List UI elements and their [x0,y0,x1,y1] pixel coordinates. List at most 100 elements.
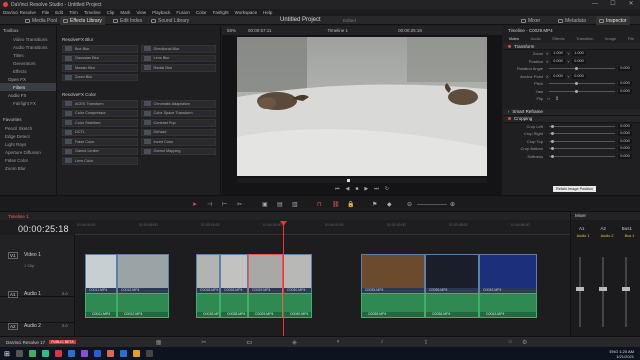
overwrite-clip-icon[interactable]: ▤ [277,201,283,208]
maximize-button[interactable]: ☐ [604,0,622,9]
search-taskbar-icon[interactable] [15,350,23,357]
fx-item[interactable]: Contrast Pop [140,119,216,127]
video-frame[interactable] [237,37,487,176]
menu-clip[interactable]: Clip [107,10,115,15]
replace-clip-icon[interactable]: ▥ [292,201,298,208]
stop-icon[interactable]: ■ [355,186,358,192]
audio-clip[interactable]: C0011.MP4 [85,293,117,318]
nav-filters[interactable]: Filters [0,83,56,91]
media-page-icon[interactable]: ▦ [156,339,162,346]
flag-icon[interactable]: ⚑ [372,201,377,208]
fader-a2[interactable] [599,287,607,291]
close-button[interactable]: ✕ [622,0,640,9]
slider-handle[interactable] [551,139,554,143]
play-reverse-icon[interactable]: ◀ [346,186,350,192]
crop-right-field[interactable]: 0.000 [618,131,632,137]
slider-handle[interactable] [575,82,579,86]
tab-transition[interactable]: Transition [576,36,593,41]
app-taskbar-icon[interactable] [132,350,140,357]
app-taskbar-icon[interactable] [41,350,49,357]
audio-clip[interactable]: C0018.MP4 [196,293,220,318]
cropping-section[interactable]: Cropping [503,115,640,123]
menu-mark[interactable]: Mark [120,10,130,15]
slider-handle[interactable] [551,147,554,151]
app-taskbar-icon[interactable] [54,350,62,357]
video-clip[interactable]: C0043.MP4 [479,254,537,294]
zoom-out-icon[interactable]: ⊖ [407,201,412,208]
sound-library-button[interactable]: Sound Library [148,16,192,25]
fav-item[interactable]: Pencil Sketch [0,124,56,132]
zoom-x-field[interactable]: 1.000 [551,51,565,57]
anchor-y-field[interactable]: 0.000 [572,73,586,79]
fx-item[interactable]: Invert Color [140,138,216,146]
resolve-taskbar-icon[interactable] [145,350,153,357]
windows-start-icon[interactable]: ⊞ [4,350,10,358]
anchor-x-field[interactable]: 0.000 [551,73,565,79]
cut-page-icon[interactable]: ✂ [201,339,206,346]
fx-item[interactable]: Zoom Blur [62,73,138,81]
timeline-tab[interactable]: Timeline 1 [8,214,29,219]
tab-video[interactable]: Video [509,36,519,41]
metadata-button[interactable]: Metadata [555,16,589,25]
menu-playback[interactable]: Playback [152,10,170,15]
yaw-field[interactable]: 0.000 [618,88,632,94]
softness-slider[interactable] [549,154,615,158]
timeline-ruler[interactable]: 01:00:00:00 01:00:08:00 01:00:16:00 01:0… [75,221,570,235]
audio-clip[interactable]: C0036.MP4 [425,293,479,318]
nav-toolbox[interactable]: Toolbox [0,26,56,35]
tab-file[interactable]: File [628,36,634,41]
fx-item[interactable]: ACES Transform [62,100,138,108]
fx-item[interactable]: Directional Blur [140,45,216,53]
audio-clip[interactable]: C0029.MP4 [248,293,283,318]
app-taskbar-icon[interactable] [93,350,101,357]
marker-icon[interactable]: ◆ [387,201,392,208]
viewer-timeline-name[interactable]: Timeline 1 [327,28,348,33]
zoom-slider[interactable] [417,204,447,205]
fx-item[interactable]: Color Compressor [62,109,138,117]
fx-item[interactable]: Lens Color [62,157,138,165]
track-header-audio1[interactable]: A1 Audio 1 2.0 [0,288,75,323]
menu-timeline[interactable]: Timeline [84,10,101,15]
deliver-page-icon[interactable]: ⇪ [423,339,428,346]
crop-bottom-field[interactable]: 0.000 [618,146,632,152]
app-taskbar-icon[interactable] [28,350,36,357]
slider-handle[interactable] [551,154,554,158]
nav-video-transitions[interactable]: Video Transitions [0,35,56,43]
audio-clip[interactable]: C0035.MP4 [361,293,425,318]
zoom-in-icon[interactable]: ⊕ [450,201,455,208]
audio-clip[interactable]: C0030.MP4 [283,293,312,318]
link-icon[interactable]: ⛓ [332,201,340,208]
insert-clip-icon[interactable]: ▣ [262,201,268,208]
rotation-slider[interactable] [549,67,615,71]
menu-edit[interactable]: Edit [55,10,63,15]
scrub-handle[interactable] [347,179,350,182]
home-icon[interactable]: ⌂ [508,339,512,345]
tab-audio[interactable]: Audio [531,36,541,41]
position-lock-icon[interactable]: 🔒 [347,201,354,208]
trim-tool-icon[interactable]: ⊣ [207,201,212,208]
pitch-slider[interactable] [549,82,615,86]
nav-effects[interactable]: Effects [0,67,56,75]
edit-index-button[interactable]: Edit Index [110,16,145,25]
menu-color[interactable]: Color [196,10,207,15]
app-taskbar-icon[interactable] [80,350,88,357]
softness-field[interactable]: 0.000 [618,153,632,159]
crop-slider[interactable] [549,147,615,151]
loop-icon[interactable]: ↻ [385,186,389,192]
media-pool-button[interactable]: Media Pool [22,16,60,25]
crop-slider[interactable] [549,139,615,143]
inspector-button[interactable]: Inspector [596,16,630,25]
pitch-field[interactable]: 0.000 [618,81,632,87]
crop-left-field[interactable]: 0.000 [618,123,632,129]
yaw-slider[interactable] [549,89,615,93]
crop-slider[interactable] [549,132,615,136]
fader-a1[interactable] [576,287,584,291]
slider-handle[interactable] [551,124,554,128]
menu-davinci[interactable]: DaVinci Resolve [3,10,36,15]
slider-handle[interactable] [575,67,579,71]
menu-trim[interactable]: Trim [69,10,78,15]
crop-top-field[interactable]: 0.000 [618,138,632,144]
dynamic-trim-icon[interactable]: ⊢ [222,201,227,208]
video-clip[interactable]: C0012.MP4 [117,254,169,294]
nav-audio-transitions[interactable]: Audio Transitions [0,43,56,51]
